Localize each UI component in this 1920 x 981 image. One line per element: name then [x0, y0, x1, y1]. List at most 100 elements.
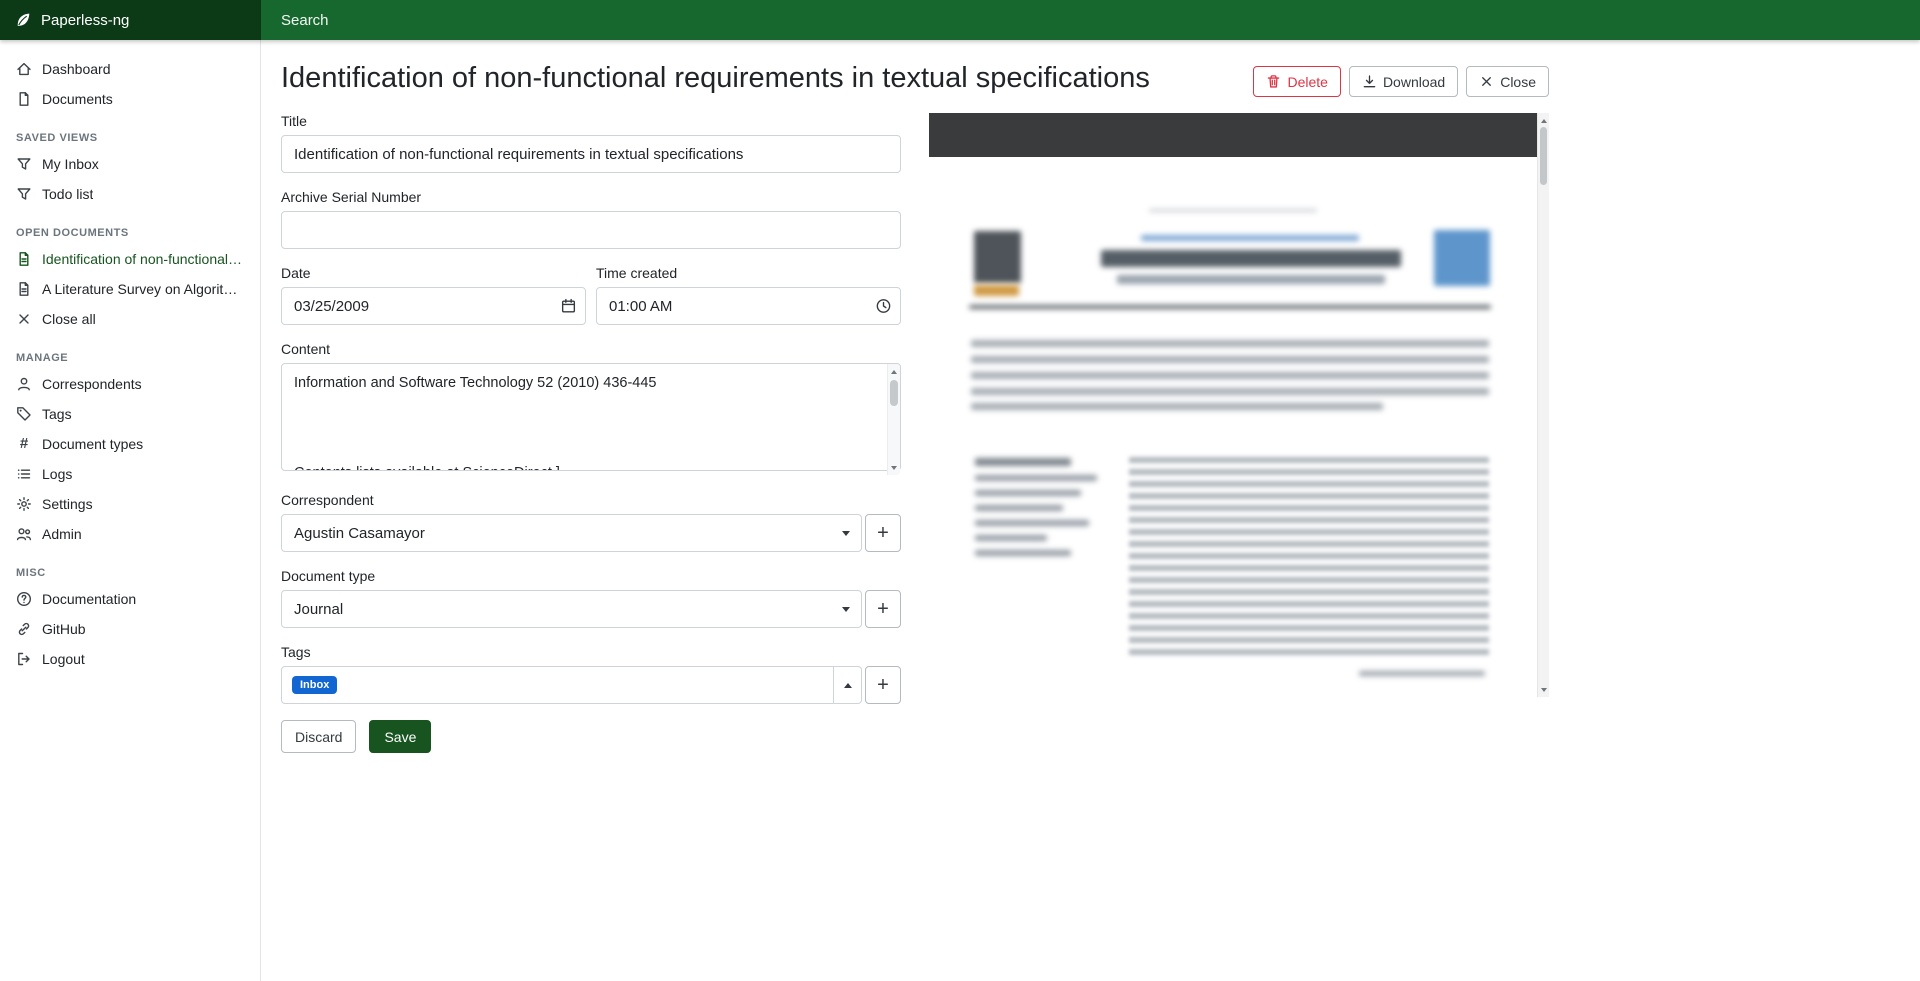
open-doc-label: Identification of non-functional require… — [42, 251, 244, 267]
sidebar-open-doc-1[interactable]: Identification of non-functional require… — [0, 244, 260, 274]
content-textarea[interactable]: Information and Software Technology 52 (… — [281, 363, 901, 471]
people-icon — [16, 526, 32, 542]
sidebar-section-open-documents: OPEN DOCUMENTS — [16, 227, 244, 239]
tags-dropdown-toggle[interactable] — [834, 666, 862, 704]
scrollbar-thumb[interactable] — [890, 380, 898, 406]
clock-icon[interactable] — [875, 298, 892, 315]
preview-blur-shape — [1434, 230, 1490, 286]
sidebar-item-settings[interactable]: Settings — [0, 489, 260, 519]
search-input[interactable] — [281, 12, 1181, 29]
delete-button[interactable]: Delete — [1253, 66, 1340, 97]
preview-blur-shape — [1149, 209, 1317, 212]
sidebar-item-label: Logs — [42, 466, 72, 482]
filter-icon — [16, 186, 32, 202]
preview-blur-shape — [975, 475, 1097, 481]
download-button[interactable]: Download — [1349, 66, 1458, 97]
sidebar-item-label: GitHub — [42, 621, 86, 637]
add-document-type-button[interactable]: + — [865, 590, 901, 628]
date-time-row: Date Time created — [281, 265, 901, 341]
chevron-down-icon — [842, 607, 850, 612]
sidebar-item-logout[interactable]: Logout — [0, 644, 260, 674]
sidebar-item-close-all[interactable]: Close all — [0, 304, 260, 334]
file-text-icon — [16, 281, 32, 297]
scroll-down-arrow-icon[interactable] — [1538, 683, 1549, 696]
pdf-page — [929, 113, 1537, 697]
tags-label: Tags — [281, 644, 901, 660]
save-button[interactable]: Save — [369, 720, 431, 753]
sidebar-item-my-inbox[interactable]: My Inbox — [0, 149, 260, 179]
save-button-label: Save — [384, 729, 416, 745]
github-icon — [16, 621, 32, 637]
open-doc-label: A Literature Survey on Algorithms for Mu… — [42, 281, 244, 297]
preview-blur-shape — [975, 490, 1081, 496]
scroll-up-arrow-icon[interactable] — [1538, 114, 1549, 127]
sidebar-item-document-types[interactable]: # Document types — [0, 429, 260, 459]
sidebar-item-logs[interactable]: Logs — [0, 459, 260, 489]
close-icon — [16, 311, 32, 327]
file-text-icon — [16, 251, 32, 267]
sidebar-open-doc-2[interactable]: A Literature Survey on Algorithms for Mu… — [0, 274, 260, 304]
document-type-label: Document type — [281, 568, 901, 584]
sidebar-item-todo-list[interactable]: Todo list — [0, 179, 260, 209]
time-input[interactable] — [596, 287, 901, 325]
sidebar-item-label: Dashboard — [42, 61, 111, 77]
discard-button-label: Discard — [295, 729, 342, 745]
caret-up-icon — [844, 683, 852, 688]
scrollbar-thumb[interactable] — [1540, 127, 1547, 185]
form-actions: Discard Save — [281, 720, 901, 753]
add-tag-button[interactable]: + — [865, 666, 901, 704]
correspondent-select[interactable]: Agustin Casamayor — [281, 514, 862, 552]
question-circle-icon — [16, 591, 32, 607]
correspondent-value: Agustin Casamayor — [294, 525, 425, 542]
document-type-select[interactable]: Journal — [281, 590, 862, 628]
tag-badge-inbox[interactable]: Inbox — [292, 676, 337, 694]
document-type-field-group: Document type Journal + — [281, 568, 901, 628]
document-edit-form: Title Archive Serial Number Date T — [281, 113, 901, 753]
date-field-group: Date — [281, 265, 586, 325]
trash-icon — [1266, 74, 1281, 89]
preview-blur-shape — [975, 458, 1071, 466]
close-button[interactable]: Close — [1466, 66, 1549, 97]
scroll-down-arrow-icon[interactable] — [888, 461, 900, 474]
sidebar-item-label: Documentation — [42, 591, 136, 607]
sidebar-section-saved-views: SAVED VIEWS — [16, 132, 244, 144]
preview-blur-shape — [1141, 235, 1359, 241]
pdf-preview-panel — [929, 113, 1549, 697]
navbar-search-area — [261, 0, 1920, 40]
discard-button[interactable]: Discard — [281, 720, 356, 753]
sidebar-item-github[interactable]: GitHub — [0, 614, 260, 644]
sidebar-item-documentation[interactable]: Documentation — [0, 584, 260, 614]
calendar-icon[interactable] — [560, 298, 577, 315]
leaf-logo-icon — [14, 11, 32, 29]
sidebar-item-label: Document types — [42, 436, 143, 452]
document-actions: Delete Download Close — [1253, 66, 1549, 97]
preview-blur-shape — [975, 550, 1071, 556]
title-field-group: Title — [281, 113, 901, 173]
asn-input[interactable] — [281, 211, 901, 249]
title-input[interactable] — [281, 135, 901, 173]
app-brand[interactable]: Paperless-ng — [0, 0, 261, 40]
asn-label: Archive Serial Number — [281, 189, 901, 205]
preview-blur-shape — [969, 305, 1491, 309]
sidebar-item-tags[interactable]: Tags — [0, 399, 260, 429]
sidebar-item-documents[interactable]: Documents — [0, 84, 260, 114]
preview-scrollbar[interactable] — [1537, 113, 1549, 697]
asn-field-group: Archive Serial Number — [281, 189, 901, 249]
add-correspondent-button[interactable]: + — [865, 514, 901, 552]
time-field-group: Time created — [596, 265, 901, 325]
house-icon — [16, 61, 32, 77]
brand-label: Paperless-ng — [41, 12, 129, 29]
date-input[interactable] — [281, 287, 586, 325]
sidebar-item-admin[interactable]: Admin — [0, 519, 260, 549]
content-scrollbar[interactable] — [887, 364, 900, 475]
correspondent-field-group: Correspondent Agustin Casamayor + — [281, 492, 901, 552]
preview-blur-shape — [1129, 457, 1489, 659]
sidebar-item-label: Documents — [42, 91, 113, 107]
sidebar-item-dashboard[interactable]: Dashboard — [0, 54, 260, 84]
tags-input[interactable]: Inbox — [281, 666, 834, 704]
scroll-up-arrow-icon[interactable] — [888, 365, 900, 378]
sidebar-item-correspondents[interactable]: Correspondents — [0, 369, 260, 399]
sidebar-item-label: Todo list — [42, 186, 93, 202]
sidebar-item-label: Correspondents — [42, 376, 142, 392]
sidebar-item-label: Close all — [42, 311, 96, 327]
